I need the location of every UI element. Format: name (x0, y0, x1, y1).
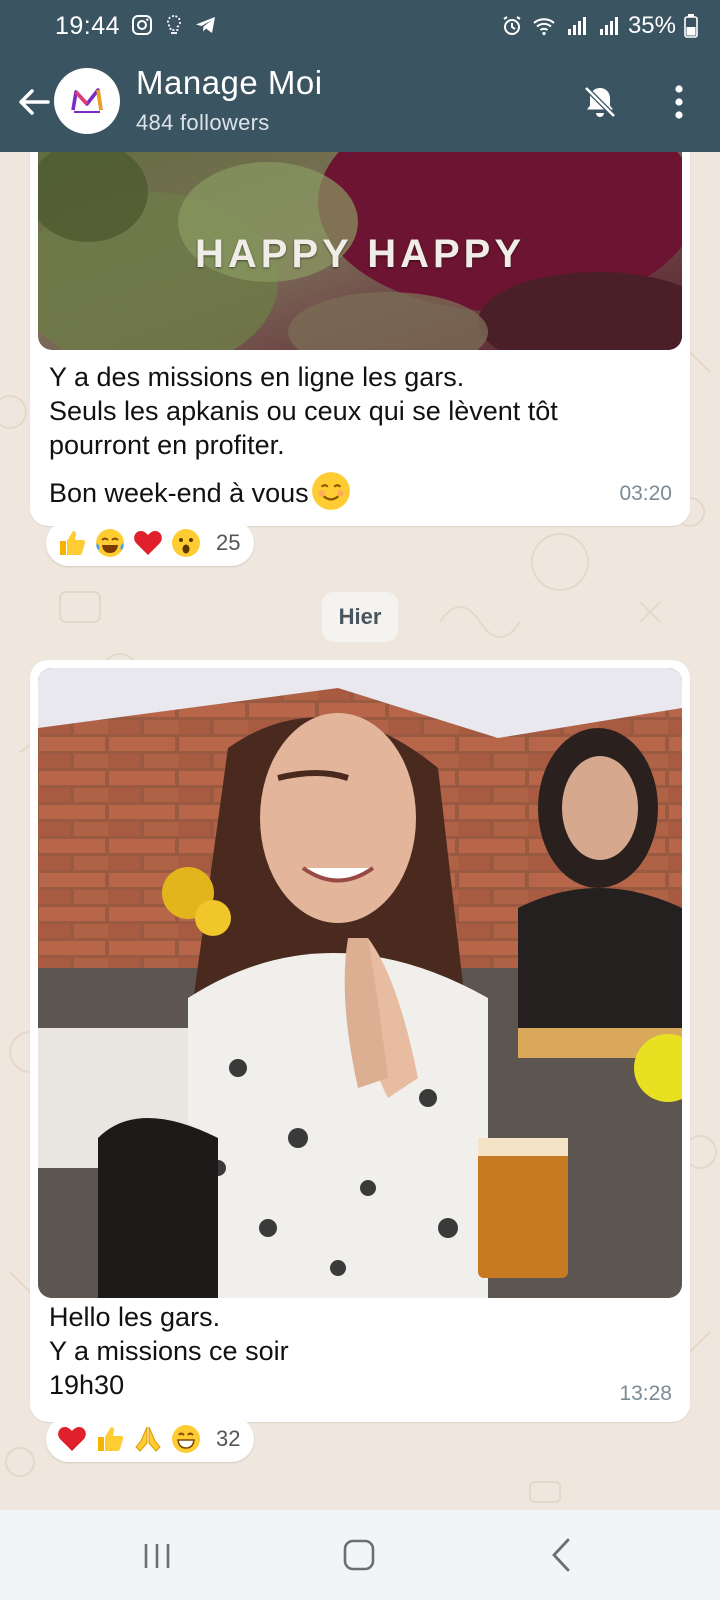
gif-clapping-woman[interactable] (38, 668, 682, 1298)
message-line: Seuls les apkanis ou ceux qui se lèvent … (49, 396, 558, 426)
channel-header: Manage Moi 484 followers (0, 52, 720, 152)
thumbs-up-icon[interactable] (56, 527, 88, 559)
signal-icon (567, 17, 586, 35)
message-list[interactable]: HAPPY HAPPY Y a des missions en ligne le… (0, 152, 720, 1510)
channel-avatar[interactable] (54, 68, 120, 134)
message-text: Hello les gars. Y a missions ce soir 19h… (49, 1300, 649, 1402)
reaction-count: 25 (216, 530, 241, 555)
red-heart-icon[interactable] (56, 1423, 88, 1455)
status-bar: 19:44 35% (0, 0, 720, 52)
thumbs-up-icon[interactable] (94, 1423, 126, 1455)
recent-apps-icon[interactable] (134, 1532, 180, 1578)
channel-name[interactable]: Manage Moi (136, 64, 323, 102)
status-notification-icons (130, 13, 218, 37)
message-text: Y a des missions en ligne les gars. Seul… (49, 360, 649, 512)
back-arrow-icon[interactable] (14, 82, 54, 122)
folded-hands-icon[interactable] (132, 1423, 164, 1455)
message-line: 19h30 (49, 1370, 125, 1400)
message-line-with-emoji: Bon week-end à vous (49, 470, 649, 512)
surprised-face-icon[interactable] (170, 527, 202, 559)
alarm-icon (503, 16, 521, 35)
muted-bell-icon[interactable] (578, 80, 622, 124)
gif-caption-text: HAPPY HAPPY (194, 232, 525, 276)
message-line: Y a missions ce soir (49, 1336, 289, 1366)
battery-percentage: 35% (627, 12, 676, 39)
gif-happy-happy[interactable]: HAPPY HAPPY (38, 152, 682, 350)
signal-icon-2 (599, 17, 618, 35)
message-line: Bon week-end à vous (49, 478, 309, 508)
home-icon[interactable] (336, 1532, 382, 1578)
more-options-icon[interactable] (664, 80, 694, 124)
smiling-face-emoji (311, 472, 350, 510)
status-time: 19:44 (55, 12, 121, 40)
wifi-icon (533, 18, 555, 36)
status-system-icons: 35% (500, 12, 698, 40)
reaction-count: 32 (216, 1426, 241, 1451)
lightbulb-icon (167, 15, 181, 34)
manage-moi-logo (71, 88, 103, 113)
reactions-bar-1[interactable]: 25 (46, 520, 255, 566)
system-navigation-bar (0, 1510, 720, 1600)
telegram-icon (196, 17, 215, 33)
followers-count: 484 followers (136, 110, 270, 135)
message-line: pourront en profiter. (49, 430, 285, 460)
gif-image (38, 668, 682, 1298)
date-separator: Hier (322, 592, 398, 642)
reactions-bar-2[interactable]: 32 (46, 1416, 255, 1462)
message-time: 03:20 (619, 482, 672, 505)
message-line: Hello les gars. (49, 1302, 221, 1332)
message-bubble-1[interactable]: HAPPY HAPPY Y a des missions en ligne le… (30, 152, 690, 526)
message-time: 13:28 (619, 1382, 672, 1405)
tears-of-joy-icon[interactable] (94, 527, 126, 559)
instagram-icon (132, 15, 152, 35)
battery-icon (684, 14, 698, 38)
red-heart-icon[interactable] (132, 527, 164, 559)
message-bubble-2[interactable]: Hello les gars. Y a missions ce soir 19h… (30, 660, 690, 1422)
back-nav-icon[interactable] (540, 1532, 586, 1578)
grinning-face-icon[interactable] (170, 1423, 202, 1455)
message-line: Y a des missions en ligne les gars. (49, 362, 465, 392)
